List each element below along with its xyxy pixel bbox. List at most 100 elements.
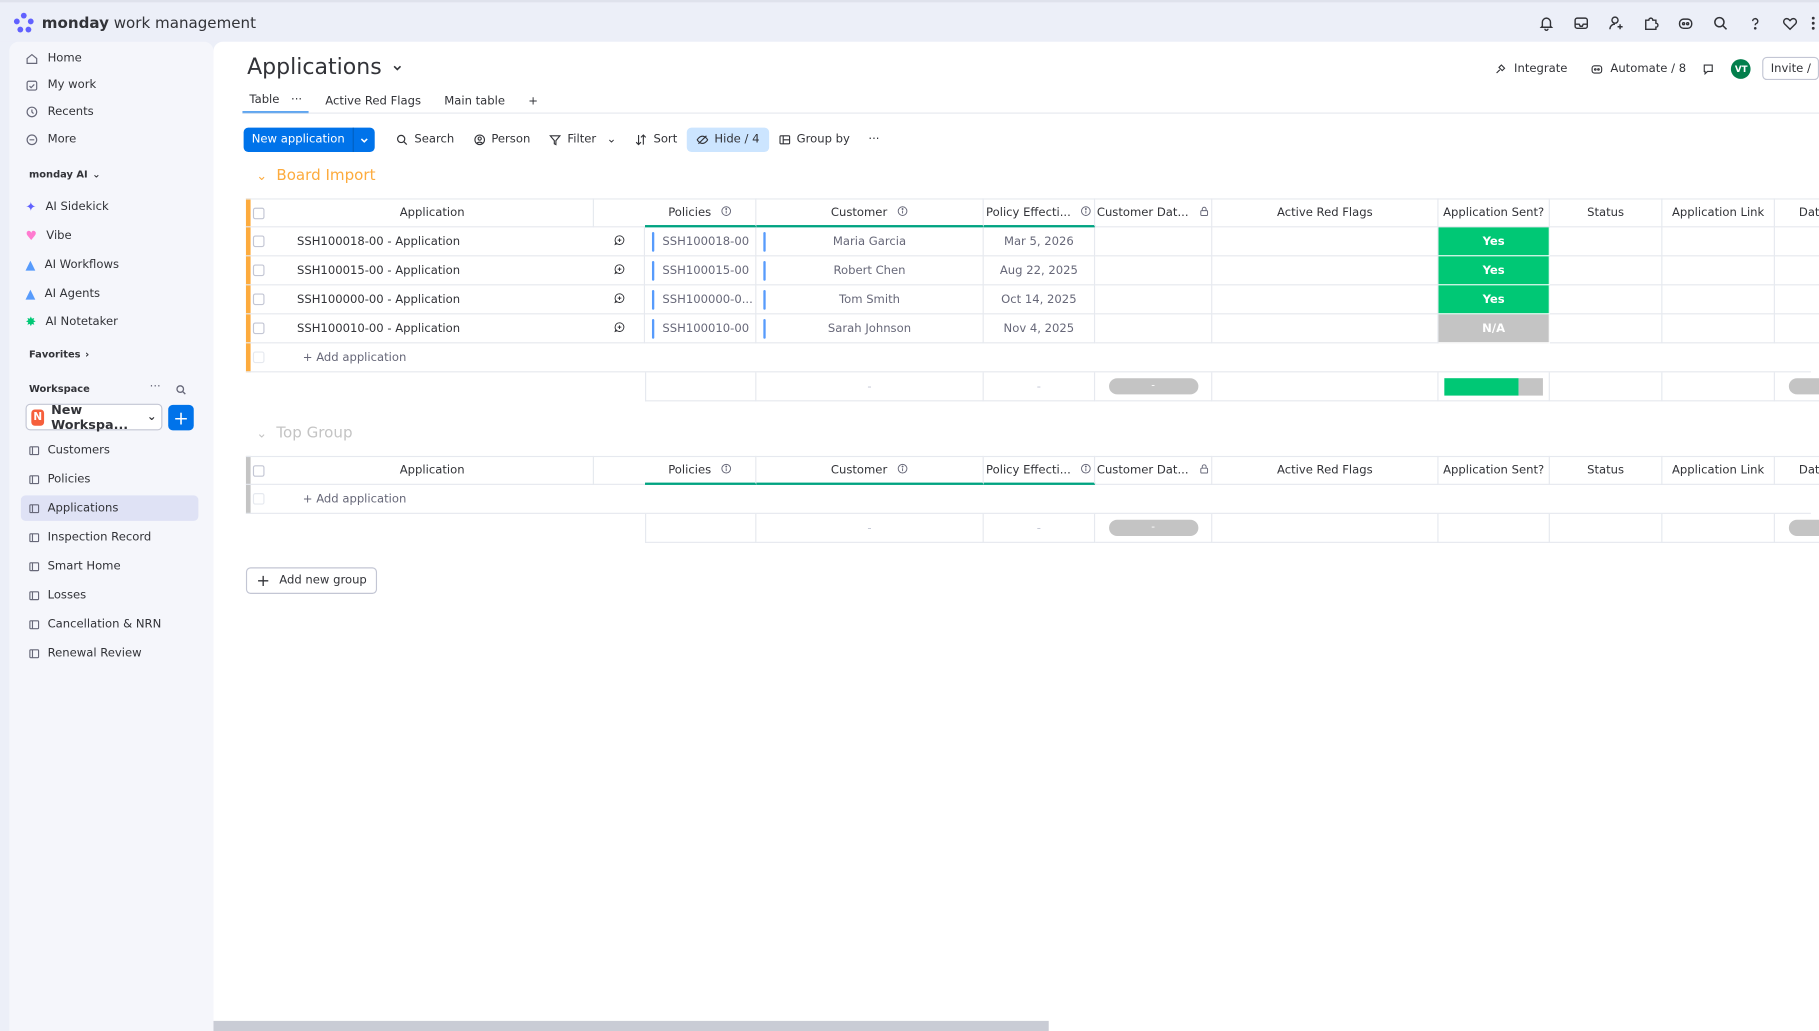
cell-effective[interactable]: Oct 14, 2025 [983,285,1096,315]
table-row[interactable]: SSH100010-00 - Application SSH100010-00 Sa… [245,314,1819,344]
cell-link[interactable] [1662,256,1775,286]
column-header[interactable]: Application [271,198,594,228]
automate-button[interactable]: Automate / 8 [1579,57,1698,80]
hide-columns-button[interactable]: Hide / 4 [686,127,769,152]
board-title[interactable]: Applications [247,55,404,80]
nav-vibe[interactable]: ♥ Vibe [26,225,72,246]
select-all-checkbox[interactable] [252,464,265,477]
add-update-icon[interactable] [613,292,625,307]
cell-dat[interactable] [1774,285,1819,315]
cell-policy[interactable]: SSH100010-00 [645,314,757,344]
apps-puzzle-icon[interactable] [1633,12,1668,35]
column-header[interactable]: Application Sent? [1438,455,1550,485]
more-options-icon[interactable]: ··· [859,128,889,152]
customer-link[interactable]: Maria Garcia [833,235,906,248]
info-icon[interactable] [720,462,732,477]
table-row[interactable]: SSH100015-00 - Application SSH100015-00 Ro… [245,256,1819,286]
column-header[interactable]: Policy Effecti... [983,455,1096,485]
cell-customer[interactable]: Sarah Johnson [756,314,984,344]
sidebar-board-applications[interactable]: Applications [20,495,199,521]
cell-policy[interactable]: SSH100015-00 [645,256,757,286]
group-header[interactable]: ⌄ Top Group [256,425,352,442]
cell-customer[interactable]: Robert Chen [756,256,984,286]
add-application-cell[interactable]: + Add application [271,343,1811,373]
info-icon[interactable] [720,205,732,220]
row-checkbox[interactable] [252,322,265,335]
cell-customer[interactable]: Tom Smith [756,285,984,315]
cell-red[interactable] [1212,314,1439,344]
comments-icon[interactable] [1698,57,1720,80]
cell-cdat[interactable] [1095,285,1213,315]
nav-more[interactable]: More [26,129,76,150]
add-workspace-item-button[interactable]: + [168,404,194,431]
cell-red[interactable] [1212,227,1439,257]
column-header[interactable]: Application Link [1662,455,1775,485]
sidebar-board-losses[interactable]: Losses [21,582,198,608]
cell-name[interactable]: SSH100000-00 - Application [271,285,594,315]
chevron-down-icon[interactable]: ⌄ [256,426,267,441]
nav-ai-sidekick[interactable]: ✦ AI Sidekick [26,196,109,217]
chevron-down-icon[interactable]: ⌄ [256,168,267,183]
cell-status[interactable] [1549,227,1663,257]
search-icon[interactable] [1703,12,1738,35]
cell-link[interactable] [1662,227,1775,257]
new-application-button[interactable]: New application [243,127,375,152]
nav-ai-notetaker[interactable]: ✸ AI Notetaker [26,311,118,332]
cell-effective[interactable]: Nov 4, 2025 [983,314,1096,344]
tab-active-red-flags[interactable]: Active Red Flags [318,88,428,114]
cell-chat[interactable] [593,227,646,257]
add-update-icon[interactable] [613,234,625,249]
tab-options-icon[interactable]: ··· [291,93,302,106]
add-application-input[interactable]: + Add application [303,492,407,505]
table-row[interactable]: SSH100000-00 - Application SSH100000-0...… [245,285,1819,315]
policy-link[interactable]: SSH100000-0... [645,293,752,306]
cell-effective[interactable]: Aug 22, 2025 [983,256,1096,286]
kebab-menu-icon[interactable] [1807,12,1819,35]
column-header[interactable]: Active Red Flags [1212,198,1439,228]
column-header[interactable]: Policy Effecti... [983,198,1096,228]
column-header[interactable]: Dat [1774,198,1819,228]
logo[interactable]: monday work management [13,12,256,34]
sidebar-board-cancellation-nrn[interactable]: Cancellation & NRN [21,611,198,637]
nav-recents[interactable]: Recents [26,101,94,122]
add-update-icon[interactable] [613,263,625,278]
info-icon[interactable] [897,205,909,220]
cell-name[interactable]: SSH100010-00 - Application [271,314,594,344]
nav-my-work[interactable]: My work [26,74,96,95]
add-application-cell[interactable]: + Add application [271,485,1811,514]
select-all-checkbox[interactable] [252,207,265,219]
person-filter-button[interactable]: Person [463,128,539,152]
cell-sent[interactable]: Yes [1438,227,1550,257]
cell-sent[interactable]: Yes [1438,285,1550,315]
customer-link[interactable]: Sarah Johnson [828,322,911,335]
policy-link[interactable]: SSH100015-00 [645,264,749,277]
cell-effective[interactable]: Mar 5, 2026 [983,227,1096,257]
column-header[interactable]: Customer Dat... [1095,198,1213,228]
info-icon[interactable] [1080,205,1092,220]
heart-icon[interactable] [1773,12,1808,35]
sidebar-board-renewal-review[interactable]: Renewal Review [21,640,198,666]
cell-sent[interactable]: N/A [1438,314,1550,344]
workspace-options-icon[interactable]: ··· [150,381,161,394]
table-row[interactable]: SSH100018-00 - Application SSH100018-00 Ma… [245,227,1819,257]
column-header[interactable]: Status [1549,455,1663,485]
cell-red[interactable] [1212,285,1439,315]
cell-status[interactable] [1549,256,1663,286]
cell-cdat[interactable] [1095,256,1213,286]
avatar[interactable]: VT [1731,58,1752,79]
cell-status[interactable] [1549,285,1663,315]
sidebar-board-customers[interactable]: Customers [21,437,198,463]
column-header[interactable]: Active Red Flags [1212,455,1439,485]
column-header[interactable]: Policies [645,198,757,228]
add-application-input[interactable]: + Add application [303,351,407,364]
search-button[interactable]: Search [386,128,463,152]
group-header[interactable]: ⌄ Board Import [256,167,375,184]
cell-link[interactable] [1662,285,1775,315]
policy-link[interactable]: SSH100010-00 [645,322,749,335]
cell-policy[interactable]: SSH100000-0... [645,285,757,315]
info-icon[interactable] [897,462,909,477]
sidebar-board-policies[interactable]: Policies [21,466,198,492]
cell-dat[interactable] [1774,256,1819,286]
tab-table[interactable]: Table ··· [242,88,310,114]
add-view-button[interactable]: + [521,88,545,114]
